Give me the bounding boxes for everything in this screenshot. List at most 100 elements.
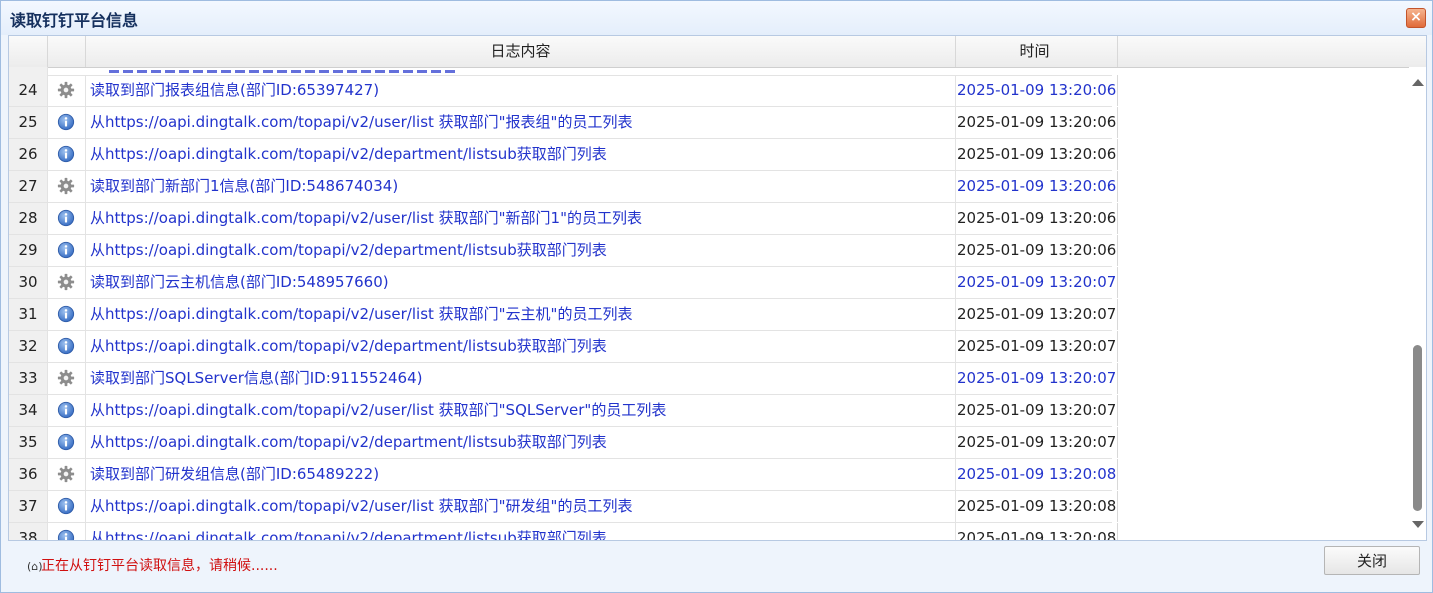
status-message: (⌂)正在从钉钉平台读取信息，请稍候...... [27, 555, 278, 575]
row-message: 从https://oapi.dingtalk.com/topapi/v2/use… [86, 491, 956, 522]
row-number: 25 [9, 107, 48, 138]
row-icon-cell [48, 491, 86, 522]
title-bar: 读取钉钉平台信息 × [1, 1, 1432, 35]
header-num [9, 36, 48, 67]
row-time: 2025-01-09 13:20:06 [952, 203, 1118, 234]
row-time: 2025-01-09 13:20:07 [952, 395, 1118, 426]
header-icon [48, 36, 86, 67]
row-message: 从https://oapi.dingtalk.com/topapi/v2/use… [86, 395, 956, 426]
info-icon [57, 337, 75, 355]
scroll-thumb[interactable] [1413, 345, 1422, 511]
row-time: 2025-01-09 13:20:06 [952, 139, 1118, 170]
row-time: 2025-01-09 13:20:07 [952, 299, 1118, 330]
scroll-down-icon[interactable] [1412, 521, 1424, 528]
row-time: 2025-01-09 13:20:08 [952, 491, 1118, 522]
gear-icon [57, 177, 75, 195]
scroll-up-icon[interactable] [1412, 79, 1424, 86]
table-row[interactable]: 27 读取到部门新部门1信息(部门ID:548674034) 2025-01-09 … [9, 171, 1118, 203]
row-time: 2025-01-09 13:20:07 [952, 427, 1118, 458]
row-number: 24 [9, 75, 48, 106]
row-time: 2025-01-09 13:20:06 [952, 171, 1118, 202]
row-time: 2025-01-09 13:20:06 [952, 75, 1118, 106]
log-grid: 日志内容 时间 24 读取到部门报表组信息(部门ID:65397427) 2025-… [8, 35, 1427, 541]
table-row[interactable]: 28 从https://oapi.dingtalk.com/topapi/v2/u… [9, 203, 1118, 235]
row-message: 从https://oapi.dingtalk.com/topapi/v2/dep… [86, 427, 956, 458]
row-icon-cell [48, 139, 86, 170]
close-button[interactable]: 关闭 [1324, 546, 1420, 575]
table-row[interactable]: 30 读取到部门云主机信息(部门ID:548957660) 2025-01-09 1… [9, 267, 1118, 299]
row-number: 30 [9, 267, 48, 298]
row-number: 37 [9, 491, 48, 522]
row-icon-cell [48, 523, 86, 540]
row-message: 读取到部门SQLServer信息(部门ID:911552464) [86, 363, 956, 394]
info-icon [57, 113, 75, 131]
table-row[interactable]: 32 从https://oapi.dingtalk.com/topapi/v2/d… [9, 331, 1118, 363]
close-icon[interactable]: × [1406, 8, 1426, 28]
dialog-footer: (⌂)正在从钉钉平台读取信息，请稍候...... 关闭 [1, 540, 1432, 592]
dialog-title: 读取钉钉平台信息 [10, 11, 139, 30]
row-time: 2025-01-09 13:20:07 [952, 331, 1118, 362]
row-number: 26 [9, 139, 48, 170]
row-number: 27 [9, 171, 48, 202]
log-rows: 24 读取到部门报表组信息(部门ID:65397427) 2025-01-09 13… [9, 75, 1118, 540]
row-message: 从https://oapi.dingtalk.com/topapi/v2/use… [86, 299, 956, 330]
table-row[interactable]: 37 从https://oapi.dingtalk.com/topapi/v2/u… [9, 491, 1118, 523]
table-row[interactable]: 34 从https://oapi.dingtalk.com/topapi/v2/u… [9, 395, 1118, 427]
gear-icon [57, 369, 75, 387]
header-content[interactable]: 日志内容 [86, 36, 956, 67]
row-message: 读取到部门云主机信息(部门ID:548957660) [86, 267, 956, 298]
info-icon [57, 497, 75, 515]
row-time: 2025-01-09 13:20:06 [952, 235, 1118, 266]
row-icon-cell [48, 75, 86, 106]
vertical-scrollbar[interactable] [1409, 67, 1426, 540]
row-number: 29 [9, 235, 48, 266]
row-time: 2025-01-09 13:20:07 [952, 267, 1118, 298]
info-icon [57, 241, 75, 259]
table-row[interactable]: 25 从https://oapi.dingtalk.com/topapi/v2/u… [9, 107, 1118, 139]
table-row[interactable]: 26 从https://oapi.dingtalk.com/topapi/v2/d… [9, 139, 1118, 171]
row-icon-cell [48, 363, 86, 394]
info-icon [57, 433, 75, 451]
row-time: 2025-01-09 13:20:07 [952, 363, 1118, 394]
info-icon [57, 209, 75, 227]
row-message: 读取到部门新部门1信息(部门ID:548674034) [86, 171, 956, 202]
row-icon-cell [48, 331, 86, 362]
table-row[interactable]: 35 从https://oapi.dingtalk.com/topapi/v2/d… [9, 427, 1118, 459]
row-icon-cell [48, 107, 86, 138]
row-message: 从https://oapi.dingtalk.com/topapi/v2/dep… [86, 331, 956, 362]
row-message: 从https://oapi.dingtalk.com/topapi/v2/dep… [86, 139, 956, 170]
row-time: 2025-01-09 13:20:08 [952, 459, 1118, 490]
status-text: 正在从钉钉平台读取信息，请稍候...... [41, 558, 278, 574]
table-row[interactable]: 24 读取到部门报表组信息(部门ID:65397427) 2025-01-09 13… [9, 75, 1118, 107]
row-message: 从https://oapi.dingtalk.com/topapi/v2/use… [86, 107, 956, 138]
table-row[interactable]: 31 从https://oapi.dingtalk.com/topapi/v2/u… [9, 299, 1118, 331]
row-number: 38 [9, 523, 48, 540]
gear-icon [57, 81, 75, 99]
header-time[interactable]: 时间 [952, 36, 1118, 67]
row-icon-cell [48, 171, 86, 202]
dialog-window: 读取钉钉平台信息 × 日志内容 时间 24 读取到部门报表组信息(部门ID:653… [0, 0, 1433, 593]
row-icon-cell [48, 459, 86, 490]
row-number: 28 [9, 203, 48, 234]
row-number: 35 [9, 427, 48, 458]
row-icon-cell [48, 203, 86, 234]
row-icon-cell [48, 299, 86, 330]
row-number: 31 [9, 299, 48, 330]
table-row[interactable]: 33 读取到部门SQLServer信息(部门ID:911552464) 2025-0… [9, 363, 1118, 395]
table-row[interactable]: 36 读取到部门研发组信息(部门ID:65489222) 2025-01-09 13… [9, 459, 1118, 491]
row-number: 32 [9, 331, 48, 362]
gear-icon [57, 273, 75, 291]
table-row[interactable]: 38 从https://oapi.dingtalk.com/topapi/v2/d… [9, 523, 1118, 540]
row-number: 34 [9, 395, 48, 426]
row-message: 从https://oapi.dingtalk.com/topapi/v2/dep… [86, 235, 956, 266]
row-message: 从https://oapi.dingtalk.com/topapi/v2/dep… [86, 523, 956, 540]
row-icon-cell [48, 395, 86, 426]
loading-icon: (⌂) [27, 560, 43, 573]
row-time: 2025-01-09 13:20:06 [952, 107, 1118, 138]
info-icon [57, 401, 75, 419]
gear-icon [57, 465, 75, 483]
row-number: 33 [9, 363, 48, 394]
table-row[interactable]: 29 从https://oapi.dingtalk.com/topapi/v2/d… [9, 235, 1118, 267]
row-time: 2025-01-09 13:20:08 [952, 523, 1118, 540]
row-icon-cell [48, 427, 86, 458]
